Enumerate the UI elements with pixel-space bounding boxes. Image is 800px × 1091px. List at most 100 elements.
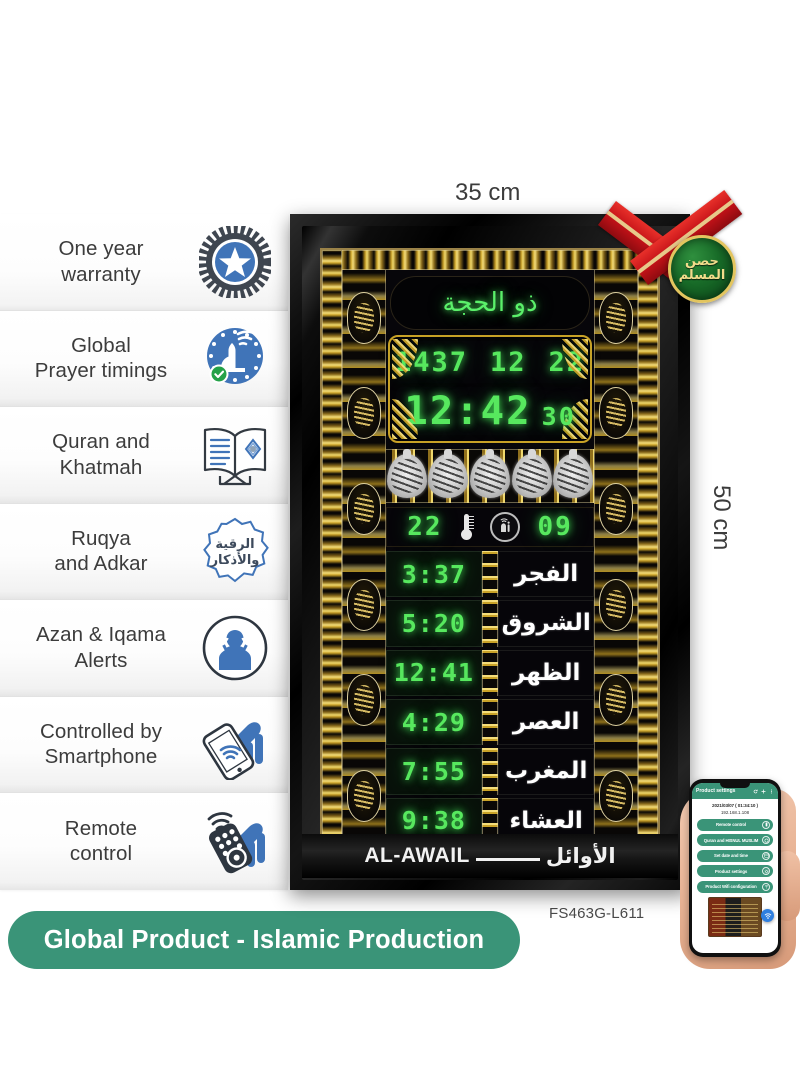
- app-button-label: Product settings: [714, 868, 748, 874]
- app-button-remote-control[interactable]: Remote control: [697, 818, 773, 831]
- feature-item-remote-control: Remote control: [0, 793, 288, 890]
- feature-label: Remote control: [64, 816, 138, 866]
- brand-name-ar: الأوائل: [545, 844, 616, 868]
- muezzin-icon: [196, 609, 274, 687]
- prayer-row-divider: [481, 600, 499, 647]
- phone-screen: Product settings 2021/03/07 (01:34:10)…: [692, 783, 778, 953]
- prayer-time-cell: 5:20: [386, 600, 482, 647]
- temperature-value: 22: [407, 512, 443, 542]
- smartphone-app-preview: Product settings 2021/03/07 (01:34:10)…: [676, 775, 800, 970]
- wifi-fab-button[interactable]: [761, 909, 774, 922]
- prayer-name: الشروق: [498, 600, 594, 647]
- app-button-label: Quran and HISNUL MUSLIM: [703, 837, 759, 843]
- prayer-time-cell: 4:29: [386, 698, 482, 746]
- device-ip-address: 192.168.1.108: [720, 809, 750, 815]
- prayer-row: 7:55 المغرب: [386, 748, 594, 795]
- ornament-band-left: [322, 250, 342, 864]
- prayer-times-table: 3:37 الفجر 5:20 الشروق 12:41 الظهر 4:29 …: [386, 551, 594, 844]
- calligraphy-column-left: [342, 270, 386, 844]
- smartphone-device: Product settings 2021/03/07 (01:34:10)…: [689, 779, 781, 957]
- app-button-label: Set date and time: [714, 853, 748, 858]
- prayer-time: 5:20: [401, 608, 466, 638]
- app-button-wifi-configuration[interactable]: Product Wifi configuration: [697, 880, 773, 893]
- prayer-row-divider: [481, 551, 499, 598]
- sensor-display-row: 22 09: [386, 507, 594, 547]
- ornament-band-right: [638, 250, 658, 864]
- globe-prayer-icon: [196, 319, 274, 397]
- prayer-time: 7:55: [401, 756, 466, 786]
- dimension-height-label: 50 cm: [708, 485, 735, 551]
- feature-label: One year warranty: [58, 237, 144, 286]
- prayer-time-cell: 12:41: [386, 649, 482, 696]
- teardrop-medallion-icon: [553, 449, 594, 498]
- decorative-medallion-band: [386, 449, 594, 503]
- teardrop-medallion-icon: [469, 449, 510, 498]
- overflow-menu-icon[interactable]: [769, 789, 774, 794]
- remote-icon: [762, 820, 770, 829]
- feature-item-azan-iqama: Azan & Iqama Alerts: [0, 600, 288, 697]
- hijri-month-text: ذو الحجة: [442, 288, 538, 318]
- display-panel: ذو الحجة 1437 12 22 12:42 30: [386, 270, 594, 844]
- smartphone-hand-icon: [196, 705, 274, 783]
- feature-label: Ruqya and Adkar: [54, 526, 148, 576]
- app-title: Product settings: [696, 788, 736, 794]
- prayer-time: 3:37: [401, 559, 466, 589]
- global-product-banner: Global Product - Islamic Production: [8, 911, 520, 969]
- product-thumbnail-image: [708, 896, 762, 937]
- prayer-row: 5:20 الشروق: [386, 600, 594, 647]
- prayer-row: 3:37 الفجر: [386, 551, 594, 598]
- ruqya-seal-icon: الرقية والأذكار: [196, 512, 274, 590]
- product-image: 35 cm 50 cm One year warranty Global Praye…: [0, 0, 800, 1091]
- prayer-row: 4:29 العصر: [386, 698, 594, 746]
- prayer-row: 12:41 الظهر: [386, 649, 594, 696]
- prayer-name: الظهر: [498, 649, 594, 696]
- wifi-gear-icon: [762, 882, 770, 891]
- calligraphy-column-right: [594, 270, 638, 844]
- dimension-width-label: 35 cm: [455, 179, 521, 206]
- teardrop-medallion-icon: [428, 449, 469, 498]
- feature-label: Quran and Khatmah: [52, 430, 150, 479]
- feature-list: One yearwarranty GlobalPrayer timings: [0, 214, 288, 890]
- app-button-list: Remote control Quran and HISNUL MUSLIM S…: [692, 817, 778, 893]
- feature-label: Controlled by Smartphone: [39, 719, 163, 769]
- app-button-label: Product Wifi configuration: [705, 884, 757, 889]
- open-book-icon: [196, 416, 274, 494]
- quran-icon: [762, 836, 770, 844]
- calendar-icon: [762, 851, 770, 860]
- app-button-set-date-time[interactable]: Set date and time: [697, 849, 773, 862]
- azan-clock-product: ذو الحجة 1437 12 22 12:42 30: [290, 214, 690, 890]
- prayer-row-divider: [481, 649, 499, 696]
- clock-time-display: 12:42 30: [396, 387, 584, 435]
- svg-text:الرقية: الرقية: [215, 537, 254, 552]
- app-button-label: Remote control: [715, 822, 747, 827]
- feature-item-global-prayer: Global Prayer timings: [0, 310, 288, 407]
- feature-item-smartphone-control: Controlled by Smartphone: [0, 696, 288, 793]
- prayer-time-cell: 7:55: [386, 748, 482, 795]
- remote-control-icon: [196, 802, 274, 880]
- prayer-name: الفجر: [498, 551, 594, 598]
- prayer-time-cell: 3:37: [386, 551, 482, 598]
- add-icon[interactable]: [761, 788, 766, 794]
- feature-label: Global Prayer timings: [34, 333, 168, 383]
- clock-face: ذو الحجة 1437 12 22 12:42 30: [320, 248, 660, 866]
- device-info-block: 2021/03/07 ( 01:34:10 ) 192.168.1.108: [692, 799, 778, 817]
- app-button-product-settings[interactable]: Product settings: [697, 865, 773, 877]
- current-seconds: 30: [541, 401, 576, 431]
- feature-item-warranty: One year warranty: [0, 214, 288, 311]
- refresh-icon[interactable]: [753, 789, 758, 794]
- current-time: 12:42: [404, 388, 532, 434]
- svg-text:والأذكار: والأذكار: [210, 551, 260, 568]
- hijri-month: 12: [490, 346, 527, 378]
- thermometer-icon: [460, 514, 474, 540]
- brand-rule-divider: [475, 857, 540, 861]
- feature-label: Azan & Iqama Alerts: [36, 623, 166, 672]
- ornament-band-top: [322, 250, 658, 270]
- teardrop-medallion-icon: [386, 449, 427, 498]
- app-button-quran-hisnul-muslim[interactable]: Quran and HISNUL MUSLIM: [697, 834, 773, 846]
- phone-notch: [720, 783, 750, 788]
- prayer-row-divider: [481, 748, 499, 795]
- hijri-date-display: 1437 12 22: [395, 341, 584, 383]
- prayer-name: المغرب: [498, 748, 594, 795]
- counter-value: 09: [537, 512, 573, 542]
- date-time-block: 1437 12 22 12:42 30: [388, 335, 592, 443]
